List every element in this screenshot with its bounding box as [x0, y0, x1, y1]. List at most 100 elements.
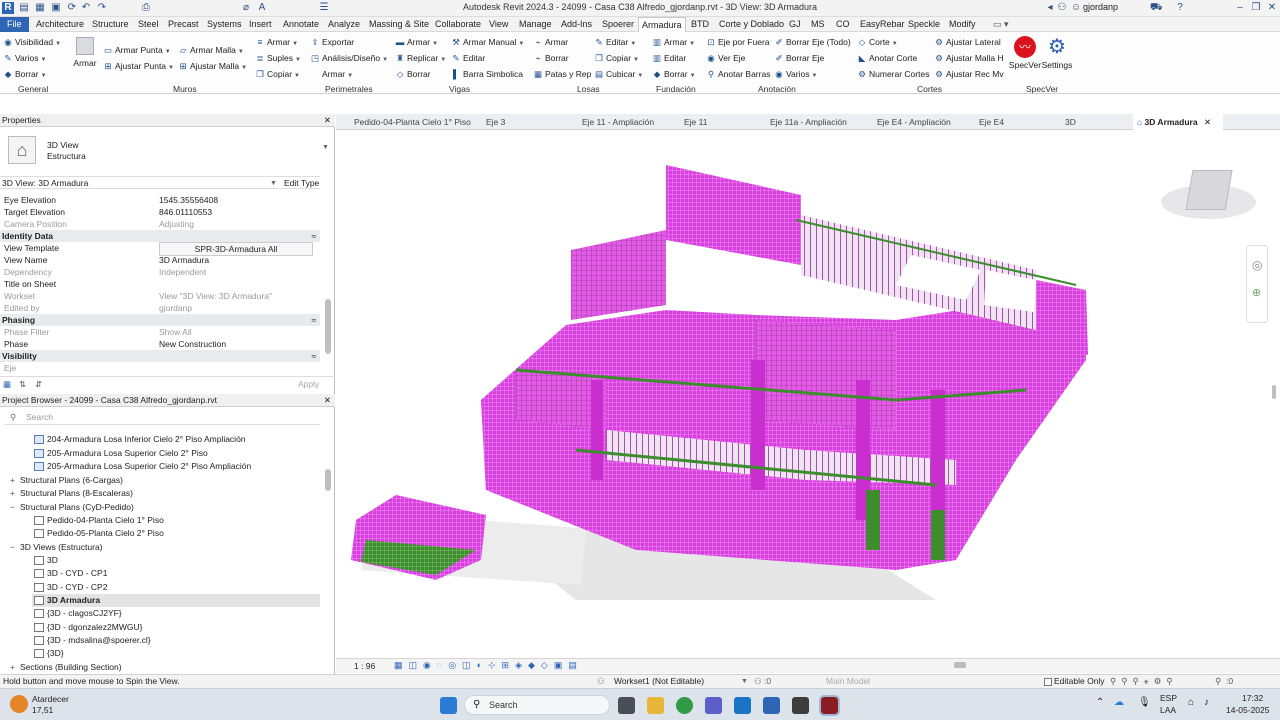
ajustar-malla-button[interactable]: ⊞ Ajustar Malla ▼ — [178, 61, 247, 74]
exportar-button[interactable]: ⇪ Exportar — [310, 37, 354, 48]
barra-simbolica-button[interactable]: ▌ Barra Simbolica — [451, 69, 523, 80]
tree-item[interactable]: 204-Armadura Losa Inferior Cielo 2° Piso… — [34, 433, 246, 446]
menu-view[interactable]: View — [486, 17, 511, 32]
ajustar-lateral-button[interactable]: ⚙ Ajustar Lateral — [934, 37, 1001, 48]
ajustar-punta-button[interactable]: ⊞ Ajustar Punta ▼ — [103, 61, 174, 74]
menu-architecture[interactable]: Architecture — [33, 17, 87, 32]
ajustar-rec-mv-button[interactable]: ⚙ Ajustar Rec Mv — [934, 69, 1003, 80]
task-view-icon[interactable] — [618, 697, 635, 714]
eje-por-fuera-button[interactable]: ⊡ Eje por Fuera — [706, 37, 769, 48]
visibilidad-button[interactable]: ◉ Visibilidad ▼ — [3, 37, 61, 50]
edit-type-button[interactable]: Edit Type — [284, 177, 319, 190]
tray-chevron-icon[interactable]: ⌃ — [1096, 697, 1104, 708]
tree-group[interactable]: − Structural Plans (CyD-Pedido) — [10, 501, 134, 514]
tab-eje-3[interactable]: Eje 3 — [482, 114, 505, 130]
instance-selector[interactable]: 3D View: 3D Armadura ▼ Edit Type — [0, 176, 320, 189]
volume-icon[interactable]: ♪ — [1204, 697, 1209, 708]
view-cube[interactable] — [1161, 165, 1256, 225]
menu-spoerer[interactable]: Spoerer — [599, 17, 637, 32]
user-name[interactable]: gjordanp — [1083, 2, 1118, 12]
worksets-icon[interactable]: ⚇ — [597, 675, 605, 688]
clock-time[interactable]: 17:32 — [1242, 693, 1263, 703]
tab-pedido-04[interactable]: Pedido-04-Planta Cielo 1° Piso — [350, 114, 471, 130]
borrar-eje-todo-button[interactable]: ✐ Borrar Eje (Todo) — [774, 37, 850, 48]
menu-annotate[interactable]: Annotate — [280, 17, 322, 32]
app-icon[interactable] — [792, 697, 809, 714]
network-icon[interactable]: ⌂ — [1188, 697, 1194, 708]
menu-analyze[interactable]: Analyze — [325, 17, 363, 32]
menu-add-ins[interactable]: Add-Ins — [558, 17, 595, 32]
ribbon-toggle-icon[interactable]: ▭ ▾ — [990, 17, 1012, 32]
tree-item[interactable]: Pedido-04-Planta Cielo 1° Piso — [34, 514, 164, 527]
tab-eje-11[interactable]: Eje 11 — [680, 114, 707, 130]
numerar-cortes-button[interactable]: ⚙ Numerar Cortes — [857, 69, 929, 80]
3d-model-render[interactable] — [336, 130, 1280, 658]
collapse-icon[interactable]: ⇵ — [35, 379, 42, 390]
user-icon[interactable]: ☺ — [1070, 2, 1082, 14]
vigas-borrar-button[interactable]: ◇ Borrar — [395, 69, 431, 80]
tab-3d[interactable]: 3D — [1061, 114, 1076, 130]
apply-button[interactable]: Apply — [298, 379, 319, 389]
borrar-button[interactable]: ◆ Borrar ▼ — [3, 69, 47, 82]
tree-item-selected[interactable]: 3D Armadura — [32, 594, 320, 607]
menu-co[interactable]: CO — [833, 17, 853, 32]
menu-collaborate[interactable]: Collaborate — [432, 17, 484, 32]
section-visibility[interactable]: Visibility ≈ — [0, 350, 320, 362]
armar-manual-button[interactable]: ⚒ Armar Manual ▼ — [451, 37, 524, 50]
main-model-selector[interactable]: Main Model — [826, 675, 870, 688]
chrome-icon[interactable] — [676, 697, 693, 714]
selection-filter-icons[interactable]: ⚲⚲⚲⚹⚙⚲ — [1110, 675, 1178, 688]
tree-item[interactable]: Pedido-05-Planta Cielo 2° Piso — [34, 527, 164, 540]
tree-item[interactable]: 205-Armadura Losa Superior Cielo 2° Piso… — [34, 460, 251, 473]
cart-icon[interactable]: ⛟ — [1150, 2, 1163, 14]
prop-row[interactable]: View Template SPR-3D-Armadura All — [0, 242, 320, 256]
share-icon[interactable]: ⚇ — [1056, 2, 1068, 14]
anotar-corte-button[interactable]: ◣ Anotar Corte — [857, 53, 917, 64]
close-tab-icon[interactable]: ✕ — [1204, 117, 1211, 127]
armar-punta-button[interactable]: ▭ Armar Punta ▼ — [103, 45, 171, 58]
section-phasing[interactable]: Phasing ≈ — [0, 314, 320, 326]
onedrive-icon[interactable]: ☁ — [1114, 697, 1124, 708]
tree-item[interactable]: 3D — [34, 554, 58, 567]
view-v-scrollbar[interactable] — [1272, 385, 1276, 399]
tab-eje-e4[interactable]: Eje E4 — [975, 114, 1004, 130]
revit-active-icon[interactable] — [819, 695, 840, 716]
taskbar-search[interactable]: ⚲ Search — [464, 695, 610, 715]
losas-editar-button[interactable]: ✎ Editar ▼ — [594, 37, 636, 50]
design-options-icon[interactable]: ⚇ — [754, 675, 762, 688]
tree-item[interactable]: {3D} — [34, 647, 64, 660]
minimize-icon[interactable]: – — [1234, 2, 1246, 14]
corte-button[interactable]: ◇ Corte ▼ — [857, 37, 898, 50]
menu-gj[interactable]: GJ — [786, 17, 804, 32]
ver-eje-button[interactable]: ◉ Ver Eje — [706, 53, 745, 64]
losas-borrar-button[interactable]: ⌁ Borrar — [533, 53, 568, 64]
tree-item[interactable]: 3D - CYD - CP2 — [34, 581, 107, 594]
browser-search-input[interactable]: ⚲ Search — [4, 412, 320, 425]
file-explorer-icon[interactable] — [647, 697, 664, 714]
categorized-icon[interactable]: ▦ — [3, 379, 11, 390]
prop-row[interactable]: Target Elevation 846.01110553 — [0, 206, 320, 218]
section-identity-data[interactable]: Identity Data ≈ — [0, 230, 320, 242]
ajustar-malla-h-button[interactable]: ⚙ Ajustar Malla H — [934, 53, 1003, 64]
scale-selector[interactable]: 1 : 96 — [354, 661, 375, 671]
fundacion-borrar-button[interactable]: ◆ Borrar ▼ — [652, 69, 696, 82]
menu-speckle[interactable]: Speckle — [905, 17, 943, 32]
tab-eje-11-ampliacion[interactable]: Eje 11 - Ampliación — [578, 114, 654, 130]
microphone-icon[interactable]: 🎙 — [1138, 697, 1151, 708]
menu-massing-site[interactable]: Massing & Site — [366, 17, 432, 32]
browser-scrollbar[interactable] — [325, 469, 331, 491]
prop-row[interactable]: Eye Elevation 1545.35556408 — [0, 194, 320, 206]
zoom-icon[interactable]: ⊕ — [1252, 286, 1261, 299]
prop-row[interactable]: Phase New Construction — [0, 338, 320, 350]
menu-file[interactable]: File — [0, 17, 29, 32]
menu-insert[interactable]: Insert — [246, 17, 275, 32]
menu-ms[interactable]: MS — [808, 17, 828, 32]
perimetral-armar2-button[interactable]: Armar ▼ — [310, 69, 353, 82]
armar-malla-button[interactable]: ▱ Armar Malla ▼ — [178, 45, 244, 58]
tab-3d-armadura[interactable]: ⌂ 3D Armadura ✕ — [1133, 114, 1223, 130]
view-controls-icons[interactable]: ▦◫◉◌◎◫◐⊹⊞◈◆◇▣▤ — [394, 660, 583, 671]
weather-text[interactable]: Atardecer — [32, 694, 69, 704]
prop-row[interactable]: Title on Sheet — [0, 278, 320, 290]
steering-wheel-icon[interactable]: ◎ — [1252, 258, 1262, 272]
workset-selector[interactable]: Workset1 (Not Editable) — [614, 675, 704, 688]
